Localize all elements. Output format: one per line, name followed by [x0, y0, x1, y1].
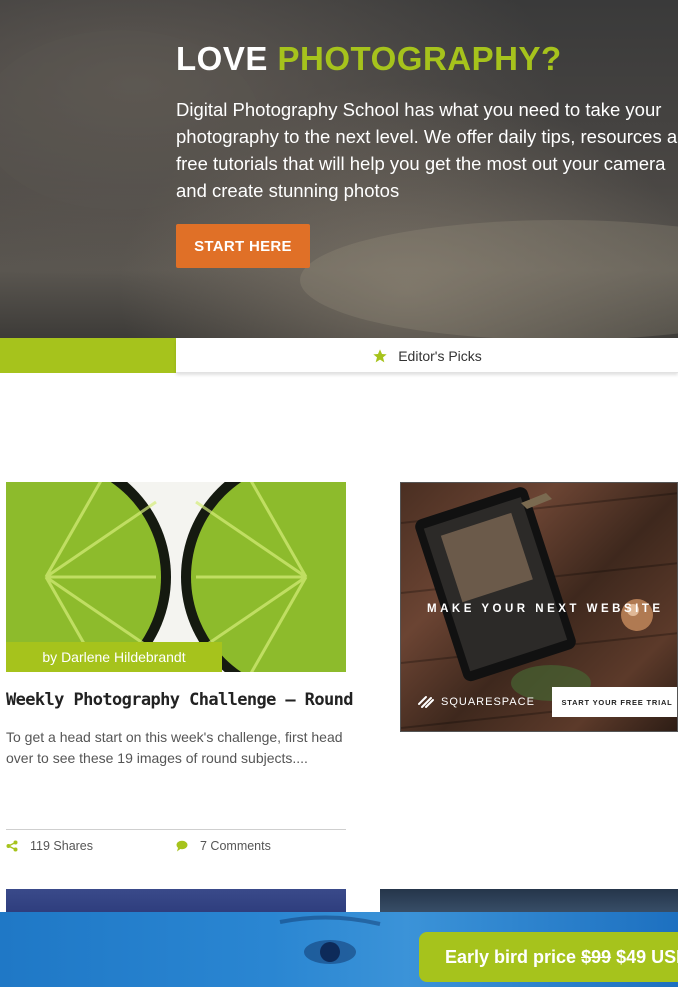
- hero-description-line: photography to the next level. We offer …: [176, 126, 678, 147]
- share-icon: [6, 840, 18, 852]
- hero-banner: LOVE PHOTOGRAPHY? Digital Photography Sc…: [0, 0, 678, 338]
- share-count[interactable]: 119 Shares: [6, 838, 93, 854]
- start-here-button[interactable]: START HERE: [176, 224, 310, 268]
- ad-free-trial-button[interactable]: START YOUR FREE TRIAL: [552, 687, 677, 717]
- tab-editors-picks-label: Editor's Picks: [398, 347, 482, 364]
- ad-brand: SQUARESPACE: [417, 695, 535, 709]
- comment-count-label: 7 Comments: [200, 839, 271, 853]
- article-title[interactable]: Weekly Photography Challenge – Round: [6, 690, 353, 710]
- hero-description-line: and create stunning photos: [176, 180, 400, 201]
- share-count-label: 119 Shares: [30, 839, 94, 853]
- tab-bar: Editor's Picks: [0, 338, 678, 373]
- hero-title-photography: PHOTOGRAPHY?: [277, 40, 562, 77]
- article-excerpt: To get a head start on this week's chall…: [6, 729, 343, 766]
- early-bird-price-button[interactable]: Early bird price $99 $49 USD: [419, 932, 678, 982]
- tab-editors-picks[interactable]: Editor's Picks: [176, 338, 678, 373]
- hero-description-line: free tutorials that will help you get th…: [176, 153, 666, 174]
- promo-label: Early bird price: [445, 946, 577, 967]
- ad-brand-label: SQUARESPACE: [441, 696, 535, 708]
- tab-active-indicator[interactable]: [0, 338, 176, 373]
- promo-banner: Early bird price $99 $49 USD: [0, 912, 678, 987]
- ad-headline: MAKE YOUR NEXT WEBSITE: [427, 603, 664, 615]
- hero-description: Digital Photography School has what you …: [176, 96, 678, 204]
- comment-count[interactable]: 7 Comments: [176, 838, 271, 854]
- promo-old-price: $99: [581, 946, 612, 967]
- hero-title: LOVE PHOTOGRAPHY?: [176, 40, 562, 78]
- article-author-tag[interactable]: by Darlene Hildebrandt: [6, 642, 222, 672]
- hero-description-line: Digital Photography School has what you …: [176, 99, 662, 120]
- promo-new-price: $49 USD: [616, 946, 678, 967]
- star-icon: [373, 348, 387, 362]
- squarespace-logo-icon: [418, 696, 434, 708]
- hero-title-love: LOVE: [176, 40, 278, 77]
- squarespace-ad[interactable]: MAKE YOUR NEXT WEBSITE SQUARESPACE START…: [400, 482, 678, 732]
- divider: [6, 829, 346, 830]
- comment-icon: [176, 840, 188, 852]
